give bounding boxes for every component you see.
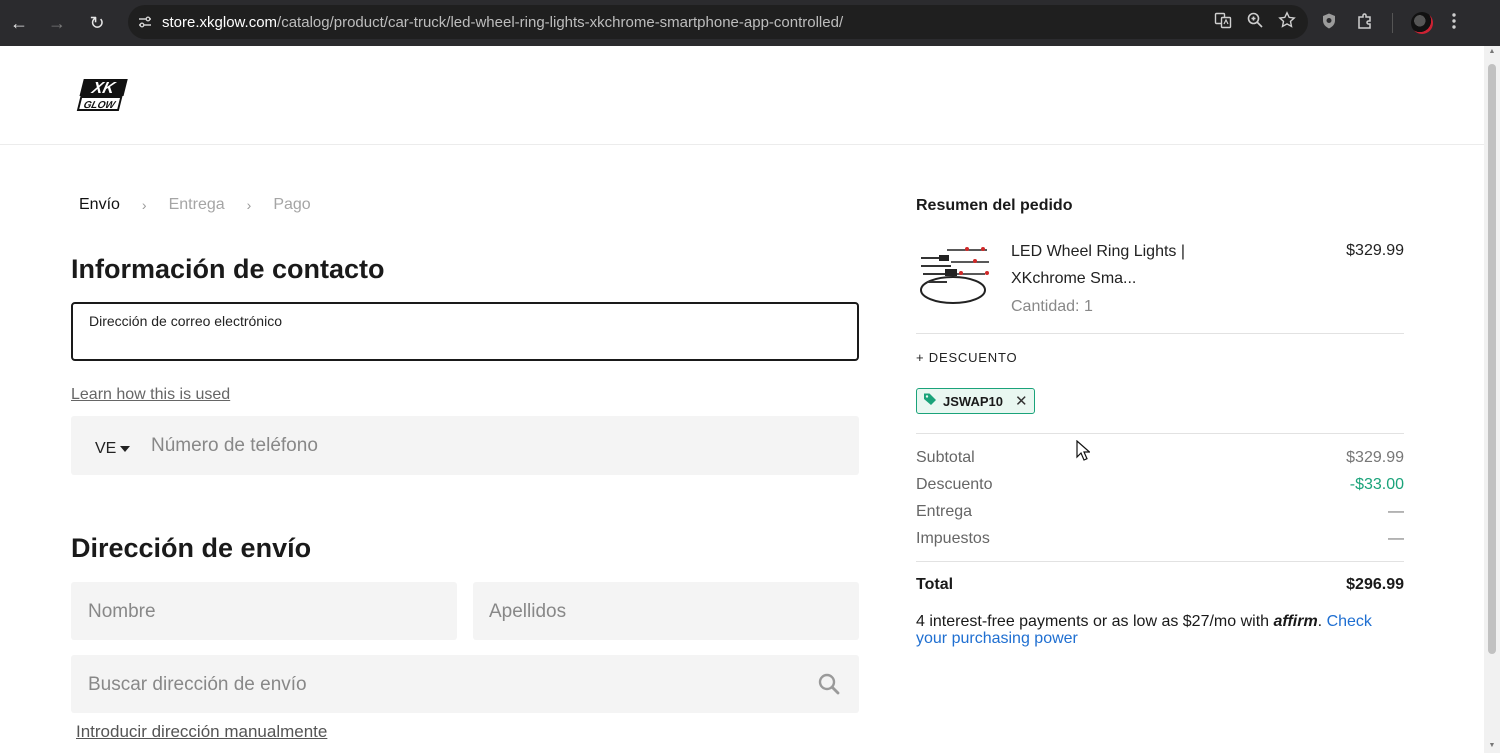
coupon-code: JSWAP10 [943, 393, 1003, 409]
last-name-placeholder: Apellidos [489, 601, 567, 622]
site-info-icon[interactable] [128, 14, 162, 30]
step-envio[interactable]: Envío [79, 196, 120, 214]
first-name-placeholder: Nombre [88, 601, 156, 622]
page-scrollbar[interactable]: ▲ ▼ [1484, 46, 1500, 753]
delivery-value: — [1388, 503, 1404, 520]
taxes-value: — [1388, 530, 1404, 547]
url-host: store.xkglow.com [162, 13, 278, 31]
checkout-breadcrumb: Envío › Entrega › Pago [79, 196, 311, 214]
reload-button[interactable]: ↻ [81, 7, 113, 39]
affirm-text: 4 interest-free payments or as low as $2… [916, 613, 1270, 630]
subtotal-row: Subtotal $329.99 [916, 449, 1404, 467]
email-field[interactable]: Dirección de correo electrónico [71, 302, 859, 361]
url-text: store.xkglow.com/catalog/product/car-tru… [162, 14, 843, 31]
delivery-label: Entrega [916, 503, 973, 520]
total-label: Total [916, 576, 954, 593]
address-search-placeholder: Buscar dirección de envío [88, 674, 307, 695]
discount-label: Descuento [916, 476, 993, 493]
affirm-logo: affirm [1273, 613, 1318, 630]
profile-avatar[interactable] [1411, 12, 1433, 34]
toolbar-separator [1392, 13, 1393, 33]
learn-how-used-link[interactable]: Learn how this is used [71, 386, 230, 404]
menu-kebab-icon[interactable] [1451, 12, 1457, 35]
mouse-cursor-icon [1076, 439, 1092, 462]
url-path: /catalog/product/car-truck/led-wheel-rin… [277, 13, 844, 31]
step-pago: Pago [273, 196, 311, 213]
email-field-label: Dirección de correo electrónico [89, 313, 282, 329]
order-summary-title: Resumen del pedido [916, 197, 1073, 214]
address-search-field[interactable]: Buscar dirección de envío [71, 655, 859, 713]
total-value: $296.99 [1346, 576, 1404, 593]
bookmark-star-icon[interactable] [1278, 10, 1296, 34]
total-row: Total $296.99 [916, 576, 1404, 594]
discount-toggle[interactable]: + DESCUENTO [916, 350, 1017, 365]
extensions-puzzle-icon[interactable] [1356, 12, 1374, 35]
divider [916, 333, 1404, 334]
last-name-field[interactable]: Apellidos [473, 582, 859, 640]
divider [916, 433, 1404, 434]
contact-info-title: Información de contacto [71, 254, 385, 284]
shield-extension-icon[interactable] [1320, 12, 1338, 35]
checkout-page: XK GLOW Envío › Entrega › Pago Informaci… [0, 46, 1484, 753]
browser-toolbar: ← → ↻ store.xkglow.com/catalog/product/c… [0, 0, 1500, 46]
delivery-row: Entrega — [916, 503, 1404, 521]
chevron-right-icon: › [141, 197, 147, 213]
phone-placeholder: Número de teléfono [151, 435, 318, 456]
enter-address-manually-link[interactable]: Introducir dirección manualmente [76, 722, 327, 742]
subtotal-label: Subtotal [916, 449, 975, 466]
discount-row: Descuento -$33.00 [916, 476, 1404, 494]
taxes-row: Impuestos — [916, 530, 1404, 548]
logo-text-bottom: GLOW [82, 100, 117, 111]
phone-country-select[interactable]: VE [95, 440, 131, 458]
scroll-up-icon[interactable]: ▲ [1488, 48, 1496, 56]
affirm-promo: 4 interest-free payments or as low as $2… [916, 613, 1372, 647]
address-bar[interactable]: store.xkglow.com/catalog/product/car-tru… [128, 5, 1308, 39]
scroll-down-icon[interactable]: ▼ [1488, 742, 1496, 750]
xkglow-logo[interactable]: XK GLOW [74, 78, 130, 112]
first-name-field[interactable]: Nombre [71, 582, 457, 640]
step-entrega: Entrega [168, 196, 225, 213]
product-quantity: Cantidad: 1 [1011, 298, 1093, 315]
scrollbar-thumb[interactable] [1488, 64, 1496, 654]
zoom-icon[interactable] [1246, 11, 1264, 34]
phone-field[interactable]: VE Número de teléfono [71, 416, 859, 475]
translate-icon[interactable] [1214, 11, 1232, 34]
forward-button[interactable]: → [41, 7, 73, 39]
taxes-label: Impuestos [916, 530, 990, 547]
back-button[interactable]: ← [3, 7, 35, 39]
product-thumbnail [917, 238, 993, 310]
caret-down-icon [120, 446, 131, 452]
phone-country-code: VE [95, 440, 117, 457]
applied-coupon-chip: JSWAP10 ✕ [916, 388, 1035, 414]
shipping-address-title: Dirección de envío [71, 533, 312, 563]
divider [916, 561, 1404, 562]
product-price: $329.99 [1346, 242, 1404, 259]
chevron-right-icon: › [246, 197, 252, 213]
remove-coupon-icon[interactable]: ✕ [1015, 392, 1028, 410]
site-header: XK GLOW [0, 46, 1484, 145]
product-name: LED Wheel Ring Lights | XKchrome Sma... [1011, 243, 1186, 287]
search-icon[interactable] [818, 673, 840, 700]
tag-icon [923, 392, 937, 411]
subtotal-value: $329.99 [1346, 449, 1404, 466]
discount-value: -$33.00 [1349, 476, 1404, 493]
